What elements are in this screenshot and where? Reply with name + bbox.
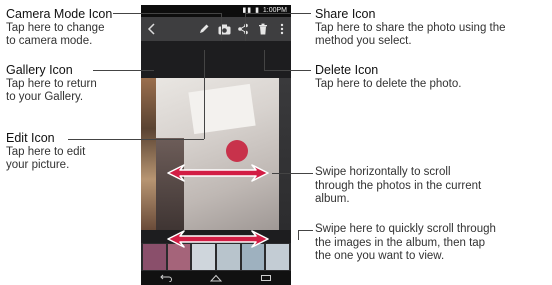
delete-callout-line-rise	[264, 50, 265, 70]
photo-viewer[interactable]	[156, 78, 279, 230]
swipe-thumbs-callout-desc-3: the one you want to view.	[315, 250, 445, 262]
edit-callout-desc-2: your picture.	[6, 159, 70, 171]
photo-red-disc	[226, 140, 248, 162]
share-icon[interactable]	[234, 17, 252, 41]
camera-mode-callout: Camera Mode Icon Tap here to change to c…	[6, 7, 146, 49]
swipe-photos-callout-line	[272, 173, 313, 174]
edit-callout-line-rise	[204, 50, 205, 139]
gallery-callout-desc-2: to your Gallery.	[6, 91, 84, 103]
previous-photo-edge[interactable]	[141, 78, 156, 230]
edit-callout-desc-1: Tap here to edit	[6, 145, 86, 158]
camera-mode-callout-desc-2: to camera mode.	[6, 35, 93, 47]
swipe-thumbs-callout: Swipe here to quickly scroll through the…	[315, 223, 549, 264]
next-photo-edge[interactable]	[279, 78, 291, 230]
delete-callout: Delete Icon Tap here to delete the photo…	[315, 63, 549, 91]
edit-callout: Edit Icon Tap here to edit your picture.	[6, 131, 126, 173]
gallery-callout: Gallery Icon Tap here to return to your …	[6, 63, 126, 105]
swipe-thumbs-callout-line	[298, 230, 313, 231]
camera-callout-line-drop	[221, 13, 222, 41]
swipe-thumbs-callout-desc-2: the images in the album, then tap	[315, 236, 486, 249]
edit-callout-title: Edit Icon	[6, 131, 55, 145]
photo-object	[188, 83, 256, 135]
share-callout-line	[245, 13, 311, 14]
swipe-photos-arrow-icon	[167, 164, 269, 182]
back-icon[interactable]	[160, 269, 172, 285]
thumbnail[interactable]	[143, 244, 166, 270]
swipe-photos-callout-desc-3: album.	[315, 193, 350, 205]
edit-icon[interactable]	[195, 17, 213, 41]
home-icon[interactable]	[209, 269, 223, 285]
swipe-thumbs-callout-line-drop	[298, 230, 299, 240]
share-callout-line-drop	[245, 13, 246, 41]
recent-apps-icon[interactable]	[260, 269, 272, 285]
status-bar: ▮▮ ▮ 1:00PM	[141, 5, 291, 17]
swipe-thumbs-callout-desc-1: Swipe here to quickly scroll through	[315, 223, 496, 235]
navigation-bar	[141, 271, 291, 285]
share-callout-title: Share Icon	[315, 7, 376, 21]
camera-icon[interactable]	[215, 17, 233, 41]
delete-callout-title: Delete Icon	[315, 63, 379, 77]
action-bar	[141, 17, 291, 41]
share-callout-desc-1: Tap here to share the photo using the	[315, 21, 506, 34]
delete-callout-desc-1: Tap here to delete the photo.	[315, 77, 462, 90]
delete-callout-line	[264, 70, 311, 71]
swipe-photos-callout-desc-1: Swipe horizontally to scroll	[315, 166, 451, 178]
swipe-photos-callout: Swipe horizontally to scroll through the…	[315, 166, 549, 207]
gallery-callout-title: Gallery Icon	[6, 63, 73, 77]
swipe-photos-callout-desc-2: through the photos in the current	[315, 179, 482, 192]
share-callout: Share Icon Tap here to share the photo u…	[315, 7, 549, 49]
gallery-callout-desc-1: Tap here to return	[6, 77, 97, 90]
camera-mode-callout-desc-1: Tap here to change	[6, 21, 105, 34]
more-vertical-icon[interactable]	[273, 17, 291, 41]
camera-mode-callout-title: Camera Mode Icon	[6, 7, 113, 21]
swipe-thumbnails-arrow-icon	[167, 230, 269, 248]
trash-icon[interactable]	[254, 17, 272, 41]
photo-dark-panel	[156, 138, 184, 230]
share-callout-desc-2: method you select.	[315, 35, 412, 47]
